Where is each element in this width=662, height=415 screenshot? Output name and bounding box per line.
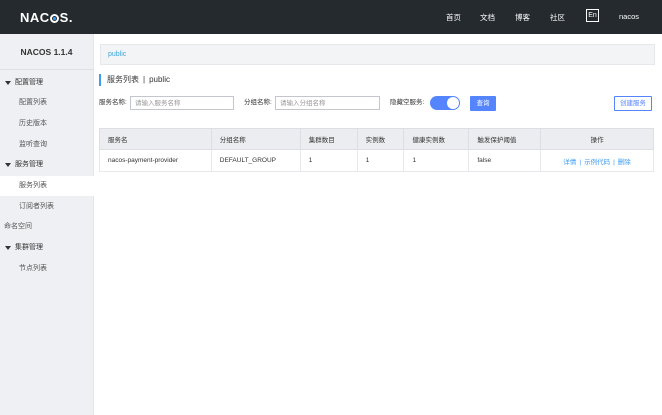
sidebar-item-service-list[interactable]: 服务列表 (0, 176, 94, 196)
create-service-button[interactable]: 创建服务 (614, 96, 652, 111)
title-separator: | (143, 75, 146, 84)
top-header: NAC S. 首页 文档 博客 社区 En nacos (0, 0, 662, 34)
sidebar-group-label: 集群管理 (15, 244, 43, 251)
cell-group-name: DEFAULT_GROUP (210, 149, 301, 172)
main-content: public 服务列表|public 服务名称: 分组名称: 隐藏空服务: 查询… (95, 34, 662, 415)
detail-link[interactable]: 详情 (563, 159, 576, 166)
version-label: NACOS 1.1.4 (0, 34, 93, 70)
group-name-label: 分组名称: (244, 99, 272, 106)
namespace-bar: public (100, 44, 655, 65)
sidebar-group-label: 服务管理 (15, 161, 43, 168)
sidebar-group-config[interactable]: 配置管理 (0, 73, 94, 93)
namespace-link-public[interactable]: public (108, 51, 126, 58)
col-header-healthy[interactable]: 健康实例数 (403, 128, 470, 150)
hide-empty-toggle[interactable] (430, 96, 460, 110)
sidebar-item-listener[interactable]: 监听查询 (0, 135, 94, 155)
sample-code-link[interactable]: 示例代码 (584, 159, 610, 166)
page-title: 服务列表 | public (99, 74, 170, 86)
col-header-instances[interactable]: 实例数 (356, 128, 405, 150)
col-header-service[interactable]: 服务名 (99, 128, 212, 150)
nav-blog[interactable]: 博客 (515, 12, 530, 23)
user-name[interactable]: nacos (619, 12, 639, 21)
group-name-input[interactable] (275, 96, 380, 110)
caret-down-icon (5, 163, 11, 167)
nav-community[interactable]: 社区 (550, 12, 565, 23)
sidebar-group-label: 配置管理 (15, 79, 43, 86)
col-header-threshold[interactable]: 触发保护阈值 (468, 128, 542, 150)
hide-empty-label: 隐藏空服务: (390, 99, 425, 106)
sidebar: NACOS 1.1.4 配置管理 配置列表 历史版本 监听查询 服务管理 服务列… (0, 34, 94, 415)
sidebar-group-service[interactable]: 服务管理 (0, 155, 94, 175)
cell-threshold: false (468, 149, 542, 172)
sidebar-item-nodes[interactable]: 节点列表 (0, 259, 94, 279)
cell-clusters: 1 (299, 149, 358, 172)
sidebar-item-history[interactable]: 历史版本 (0, 114, 94, 134)
caret-down-icon (5, 246, 11, 250)
col-header-ops: 操作 (540, 128, 654, 150)
delete-link[interactable]: 删除 (618, 159, 631, 166)
service-name-input[interactable] (130, 96, 234, 110)
col-header-group[interactable]: 分组名称 (210, 128, 301, 150)
sidebar-item-subscribers[interactable]: 订阅者列表 (0, 197, 94, 217)
col-header-clusters[interactable]: 集群数目 (299, 128, 358, 150)
cell-service-name: nacos-payment-provider (99, 149, 212, 172)
nav-docs[interactable]: 文档 (480, 12, 495, 23)
cell-healthy: 1 (403, 149, 470, 172)
sidebar-item-namespace[interactable]: 命名空间 (0, 217, 94, 237)
language-switch-button[interactable]: En (586, 9, 599, 22)
nacos-logo[interactable]: NAC S. (20, 10, 73, 25)
page-title-namespace: public (149, 75, 170, 84)
op-separator: | (613, 158, 615, 166)
cell-ops: 详情 | 示例代码 | 删除 (540, 149, 654, 172)
toggle-knob (447, 97, 459, 109)
table-row: nacos-payment-provider DEFAULT_GROUP 1 1… (99, 149, 654, 172)
sidebar-item-config-list[interactable]: 配置列表 (0, 93, 94, 113)
op-separator: | (579, 158, 582, 166)
page-title-text: 服务列表 (107, 75, 139, 84)
sidebar-group-cluster[interactable]: 集群管理 (0, 238, 94, 258)
query-button[interactable]: 查询 (470, 96, 496, 111)
service-name-label: 服务名称: (99, 99, 127, 106)
caret-down-icon (5, 81, 11, 85)
nav-home[interactable]: 首页 (446, 12, 461, 23)
table-header-row: 服务名 分组名称 集群数目 实例数 健康实例数 触发保护阈值 操作 (99, 128, 654, 150)
service-table: 服务名 分组名称 集群数目 实例数 健康实例数 触发保护阈值 操作 nacos-… (99, 128, 654, 172)
cell-instances: 1 (356, 149, 405, 172)
